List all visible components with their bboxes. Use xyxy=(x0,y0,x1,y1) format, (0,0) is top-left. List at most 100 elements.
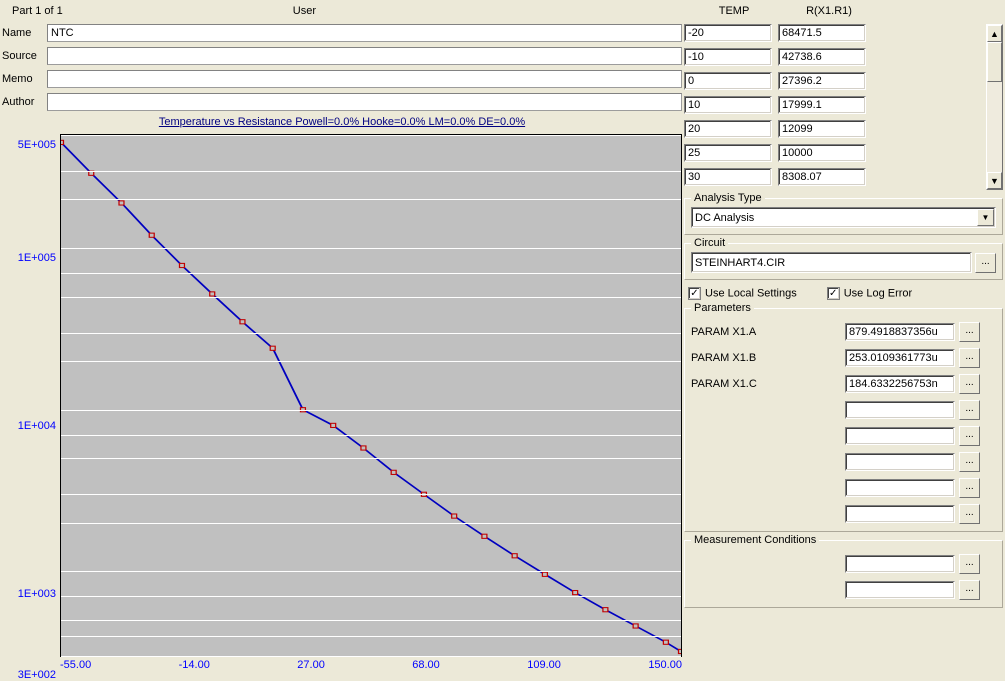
data-point xyxy=(361,446,366,450)
param-input[interactable] xyxy=(845,505,955,523)
param-browse-button[interactable]: ... xyxy=(959,504,980,524)
data-point xyxy=(61,140,63,144)
circuit-field[interactable]: STEINHART4.CIR xyxy=(691,252,972,273)
meas-browse-button[interactable]: ... xyxy=(959,580,980,600)
temp-cell[interactable] xyxy=(684,24,772,42)
param-browse-button[interactable]: ... xyxy=(959,374,980,394)
data-curve xyxy=(61,142,681,651)
meas-input[interactable] xyxy=(845,581,955,599)
table-row xyxy=(684,96,982,114)
param-row: ... xyxy=(691,477,996,499)
plot-area[interactable] xyxy=(60,134,682,657)
memo-label: Memo xyxy=(2,73,47,85)
gridline xyxy=(61,273,681,274)
data-point xyxy=(573,591,578,595)
res-cell[interactable] xyxy=(778,72,866,90)
gridline xyxy=(61,458,681,459)
param-input[interactable] xyxy=(845,479,955,497)
x-axis: -55.00 -14.00 27.00 68.00 109.00 150.00 xyxy=(60,657,682,675)
scroll-thumb[interactable] xyxy=(987,42,1002,82)
y-tick: 1E+004 xyxy=(18,420,56,432)
author-label: Author xyxy=(2,96,47,108)
name-label: Name xyxy=(2,27,47,39)
param-label: PARAM X1.C xyxy=(691,378,841,390)
param-browse-button[interactable]: ... xyxy=(959,348,980,368)
param-browse-button[interactable]: ... xyxy=(959,452,980,472)
data-point xyxy=(210,292,215,296)
res-cell[interactable] xyxy=(778,168,866,186)
table-row xyxy=(684,144,982,162)
gridline xyxy=(61,571,681,572)
gridline xyxy=(61,596,681,597)
res-cell[interactable] xyxy=(778,96,866,114)
temp-cell[interactable] xyxy=(684,96,772,114)
checkbox-icon[interactable]: ✓ xyxy=(827,287,840,300)
param-browse-button[interactable]: ... xyxy=(959,478,980,498)
param-row: ... xyxy=(691,451,996,473)
table-row xyxy=(684,24,982,42)
data-point xyxy=(179,263,184,267)
name-input[interactable] xyxy=(47,24,682,42)
data-point xyxy=(663,640,668,644)
gridline xyxy=(61,410,681,411)
temp-cell[interactable] xyxy=(684,120,772,138)
gridline xyxy=(61,199,681,200)
gridline xyxy=(61,171,681,172)
param-row: PARAM X1.C... xyxy=(691,373,996,395)
checkbox-icon[interactable]: ✓ xyxy=(688,287,701,300)
temp-cell[interactable] xyxy=(684,168,772,186)
param-row: ... xyxy=(691,425,996,447)
table-row xyxy=(684,48,982,66)
table-row xyxy=(684,120,982,138)
param-row: PARAM X1.B... xyxy=(691,347,996,369)
gridline xyxy=(61,135,681,136)
param-browse-button[interactable]: ... xyxy=(959,322,980,342)
param-input[interactable] xyxy=(845,427,955,445)
res-cell[interactable] xyxy=(778,48,866,66)
param-input[interactable] xyxy=(845,349,955,367)
use-log-error-check[interactable]: ✓Use Log Error xyxy=(827,287,912,300)
analysis-type-select[interactable]: DC Analysis ▼ xyxy=(691,207,996,228)
source-input[interactable] xyxy=(47,47,682,65)
param-input[interactable] xyxy=(845,323,955,341)
data-point xyxy=(679,649,681,653)
scroll-down-icon[interactable]: ▼ xyxy=(987,172,1002,189)
data-point xyxy=(119,201,124,205)
param-browse-button[interactable]: ... xyxy=(959,426,980,446)
data-point xyxy=(542,572,547,576)
part-label: Part 1 of 1 xyxy=(12,5,63,17)
memo-input[interactable] xyxy=(47,70,682,88)
dropdown-icon[interactable]: ▼ xyxy=(977,209,994,226)
data-point xyxy=(452,514,457,518)
meas-browse-button[interactable]: ... xyxy=(959,554,980,574)
param-browse-button[interactable]: ... xyxy=(959,400,980,420)
param-input[interactable] xyxy=(845,453,955,471)
use-local-settings-check[interactable]: ✓Use Local Settings xyxy=(688,287,797,300)
res-cell[interactable] xyxy=(778,120,866,138)
res-cell[interactable] xyxy=(778,24,866,42)
col-header-res: R(X1.R1) xyxy=(784,5,874,17)
data-point xyxy=(391,470,396,474)
meas-input[interactable] xyxy=(845,555,955,573)
temp-cell[interactable] xyxy=(684,144,772,162)
data-scrollbar[interactable]: ▲ ▼ xyxy=(986,24,1003,190)
y-tick: 5E+005 xyxy=(18,139,56,151)
gridline xyxy=(61,494,681,495)
data-point xyxy=(603,608,608,612)
temp-cell[interactable] xyxy=(684,48,772,66)
x-tick: 109.00 xyxy=(527,659,561,675)
temp-cell[interactable] xyxy=(684,72,772,90)
res-cell[interactable] xyxy=(778,144,866,162)
chart-title: Temperature vs Resistance Powell=0.0% Ho… xyxy=(2,112,682,132)
circuit-browse-button[interactable]: ... xyxy=(975,253,996,273)
measurement-conditions-group: ... ... xyxy=(684,540,1003,608)
parameters-group: PARAM X1.A... PARAM X1.B... PARAM X1.C....… xyxy=(684,308,1003,532)
param-row: PARAM X1.A... xyxy=(691,321,996,343)
col-header-temp: TEMP xyxy=(689,5,779,17)
data-point xyxy=(633,624,638,628)
scroll-up-icon[interactable]: ▲ xyxy=(987,25,1002,42)
author-input[interactable] xyxy=(47,93,682,111)
param-input[interactable] xyxy=(845,401,955,419)
table-row xyxy=(684,168,982,186)
param-input[interactable] xyxy=(845,375,955,393)
